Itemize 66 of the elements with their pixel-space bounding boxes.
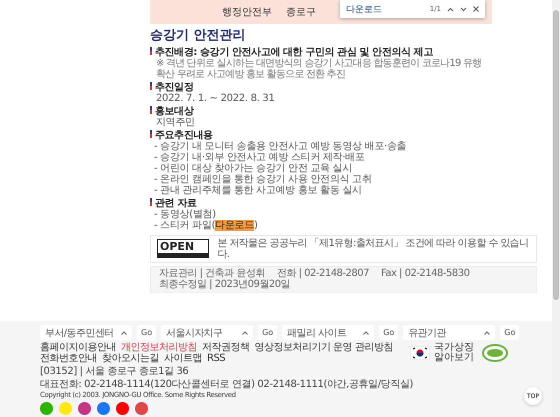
logo-text: 행정안전부 [222, 6, 272, 19]
site-select[interactable]: 서울시자치구 [161, 325, 254, 340]
footer-link[interactable]: 찾아오시는길 [102, 353, 159, 364]
list-item: - 관내 관리주체를 통한 사고예방 홍보 활동 실시 [153, 184, 363, 196]
section-heading: 홍보대상 [155, 106, 194, 117]
go-button[interactable]: Go [258, 325, 278, 340]
section-heading: 추진일정 [155, 82, 194, 93]
find-input[interactable]: 다운로드 [346, 4, 406, 14]
section-heading: 추진배경: 승강기 안전사고에 대한 구민의 관심 및 안전의식 제고 [155, 46, 433, 58]
note-text: ※ 격년 단위로 실시하는 대면방식의 승강기 사고대응 합동훈련이 코로나19 유행 확산 우려로 사고예방 홍보 활동으로 전환 추진 [155, 58, 482, 80]
open-license-badge: OPEN [157, 239, 210, 258]
footer-link[interactable]: 저작권정책 [202, 342, 250, 354]
list-item: ) [254, 220, 258, 231]
footer-link[interactable]: RSS [207, 353, 226, 364]
list-item: - 스티커 파일( [154, 220, 216, 231]
heading-marker-icon [150, 130, 152, 138]
caret-icon [363, 330, 370, 335]
footer-link[interactable]: 개인정보처리방침 [121, 342, 197, 354]
caret-icon [484, 330, 490, 335]
social-icon[interactable] [97, 402, 110, 415]
info-item: Fax | 02-2148-5830 [380, 268, 470, 280]
footer-link[interactable]: 홈페이지이용안내 [40, 342, 116, 354]
page-title: 승강기 안전관리 [150, 28, 247, 44]
accessibility-mark-icon [482, 344, 508, 362]
footer-link[interactable]: 전화번호안내 [40, 353, 97, 364]
go-button[interactable]: Go [500, 325, 520, 340]
site-select[interactable]: 유관기관 [403, 325, 496, 340]
info-item: 전화 | 02-2148-2807 [276, 268, 369, 280]
info-item: 자료관리 | 건축과 윤성휘 [159, 268, 265, 279]
scrollbar[interactable] [552, 0, 560, 417]
previous-match-button[interactable] [447, 6, 454, 12]
caret-icon [242, 330, 248, 335]
caret-icon [121, 330, 127, 335]
list-item: 2022. 7. 1. ~ 2022. 8. 31 [155, 92, 276, 104]
heading-marker-icon [150, 198, 152, 206]
phone-text: 대표전화: 02-2148-1114(120다산콜센터로 연결) 02-2148-1111(야간,공휴일/당직실) [40, 379, 414, 390]
list-item: - 동영상(별첨) [153, 208, 217, 220]
section-heading: 주요추진내용 [155, 130, 213, 141]
license-text: 본 저작물은 공공누리 「제1유형:출처표시」 조건에 따라 이용할 수 있습니다. [217, 238, 530, 260]
address-text: [03152] | 서울 종로구 종로1길 36 [40, 366, 190, 378]
heading-marker-icon [150, 106, 152, 114]
next-match-button[interactable] [460, 6, 467, 12]
go-button[interactable]: Go [137, 325, 156, 340]
go-button[interactable]: Go [379, 325, 398, 340]
footer-link[interactable]: 사이트맵 [164, 353, 202, 364]
download-link[interactable]: 다운로드 [215, 220, 254, 231]
site-select[interactable]: 부서/동주민센터 [40, 325, 132, 340]
flag-icon [410, 346, 430, 360]
logo-text: 종로구 [286, 6, 316, 19]
social-icon[interactable] [78, 402, 91, 415]
heading-marker-icon [150, 82, 152, 90]
list-item: - 승강기 내·외부 안전사고 예방 스티커 제작·배포 [153, 152, 366, 163]
heading-marker-icon [150, 46, 152, 55]
social-icon[interactable] [40, 402, 53, 415]
info-item: 최종수정일 | 2023년09월20일 [159, 279, 290, 291]
section-heading: 관련 자료 [155, 198, 196, 209]
site-select[interactable]: 패밀리 사이트 [282, 325, 374, 340]
footer-link[interactable]: 영상정보처리기기 운영 관리방침 [254, 342, 393, 354]
close-button[interactable] [473, 6, 479, 12]
list-item: - 승강기 내 모니터 송출용 안전사고 예방 동영상 배포·송출 [153, 140, 408, 152]
social-icon[interactable] [116, 402, 129, 415]
list-item: 지역주민 [155, 116, 196, 128]
list-item: - 온라인 캠페인을 통한 승강기 사용 안전의식 고취 [153, 174, 372, 185]
social-icon[interactable] [135, 402, 148, 415]
list-item: - 어린이 대상 찾아가는 승강기 안전 교육 실시 [153, 162, 354, 174]
national-symbol-link[interactable]: 국가상징 알아보기 [434, 343, 478, 364]
